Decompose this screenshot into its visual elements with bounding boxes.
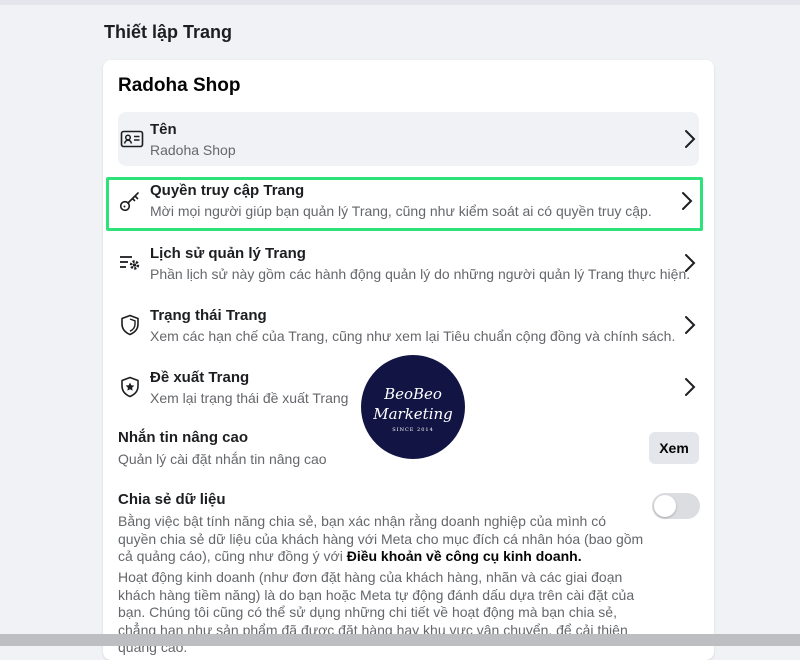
row-description: Xem các hạn chế của Trang, cũng như xem … [150,328,676,344]
key-icon [119,192,139,212]
toggle-knob [654,495,676,517]
chevron-right-icon [685,254,696,272]
business-tools-terms-link[interactable]: Điều khoản về công cụ kinh doanh. [347,548,582,564]
list-gear-icon [120,256,140,270]
bottom-scrollbar[interactable] [0,634,800,646]
chevron-right-icon [685,316,696,334]
logo-line-3: SINCE 2014 [392,427,434,433]
page-title: Thiết lập Trang [104,22,233,42]
row-description: Xem lại trạng thái đề xuất Trang [150,390,349,406]
logo-line-2: Marketing [373,405,453,423]
advanced-messaging-description: Quản lý cài đặt nhắn tin nâng cao [118,451,327,467]
row-description: Radoha Shop [150,142,236,158]
row-label: Quyền truy cập Trang [150,182,305,199]
beobeo-marketing-logo: BeoBeo Marketing SINCE 2014 [361,355,465,459]
row-page-name[interactable]: Tên Radoha Shop [118,112,699,166]
shield-icon [121,314,139,336]
data-sharing-label: Chia sẻ dữ liệu [118,491,226,508]
row-label: Trạng thái Trang [150,307,267,324]
data-sharing-paragraph-1: Bằng việc bật tính năng chia sẻ, bạn xác… [118,513,648,566]
chevron-right-icon [685,130,696,148]
top-divider [0,0,800,5]
row-page-management-history[interactable]: Lịch sử quản lý Trang Phần lịch sử này g… [118,236,699,290]
logo-line-1: BeoBeo [384,385,442,403]
card-title: Radoha Shop [118,75,241,96]
chevron-right-icon [685,378,696,396]
row-label: Đề xuất Trang [150,369,250,386]
chevron-right-icon [682,192,693,210]
star-shield-icon [121,376,139,398]
view-advanced-messaging-button[interactable]: Xem [649,432,699,464]
data-sharing-toggle[interactable] [652,493,700,519]
row-description: Phần lịch sử này gồm các hành động quản … [150,266,691,282]
row-description: Mời mọi người giúp bạn quản lý Trang, cũ… [150,203,652,219]
row-label: Tên [150,121,177,138]
row-page-access[interactable]: Quyền truy cập Trang Mời mọi người giúp … [106,177,703,231]
row-label: Lịch sử quản lý Trang [150,245,306,262]
id-card-icon [120,130,144,148]
row-page-status[interactable]: Trạng thái Trang Xem các hạn chế của Tra… [118,298,699,352]
advanced-messaging-label: Nhắn tin nâng cao [118,429,249,446]
